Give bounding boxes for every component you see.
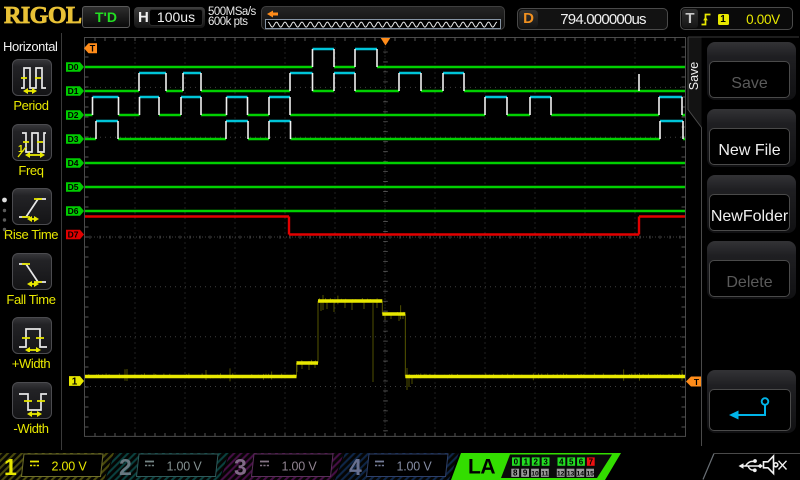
svg-text:1.00 V: 1.00 V (397, 460, 433, 474)
svg-text:2.00 V: 2.00 V (52, 460, 88, 474)
svg-text:2: 2 (119, 454, 132, 480)
svg-text:1.00 V: 1.00 V (282, 460, 318, 474)
svg-text:13: 13 (567, 470, 575, 477)
svg-text:D6: D6 (68, 206, 79, 216)
svg-text:0: 0 (514, 457, 519, 466)
svg-text:D1: D1 (68, 86, 79, 96)
svg-text:1: 1 (4, 454, 17, 480)
svg-text:5: 5 (569, 457, 574, 466)
svg-text:9: 9 (523, 468, 528, 477)
svg-text:4: 4 (349, 454, 362, 480)
svg-text:D3: D3 (68, 134, 79, 144)
svg-text:3: 3 (543, 457, 548, 466)
svg-text:D0: D0 (68, 62, 79, 72)
svg-text:D5: D5 (68, 182, 79, 192)
svg-text:14: 14 (577, 470, 585, 477)
svg-text:7: 7 (589, 457, 594, 466)
svg-text:2: 2 (533, 457, 538, 466)
svg-text:15: 15 (586, 470, 594, 477)
svg-text:10: 10 (531, 470, 539, 477)
svg-text:T: T (694, 377, 700, 387)
svg-text:1.00 V: 1.00 V (167, 460, 203, 474)
svg-text:12: 12 (557, 470, 565, 477)
svg-text:1: 1 (72, 376, 78, 387)
svg-text:4: 4 (559, 457, 564, 466)
svg-text:6: 6 (579, 457, 584, 466)
svg-text:11: 11 (541, 470, 548, 477)
svg-text:LA: LA (468, 456, 495, 479)
svg-text:T: T (90, 44, 96, 54)
svg-text:8: 8 (513, 468, 518, 477)
svg-text:1: 1 (524, 457, 529, 466)
svg-text:3: 3 (234, 454, 247, 480)
